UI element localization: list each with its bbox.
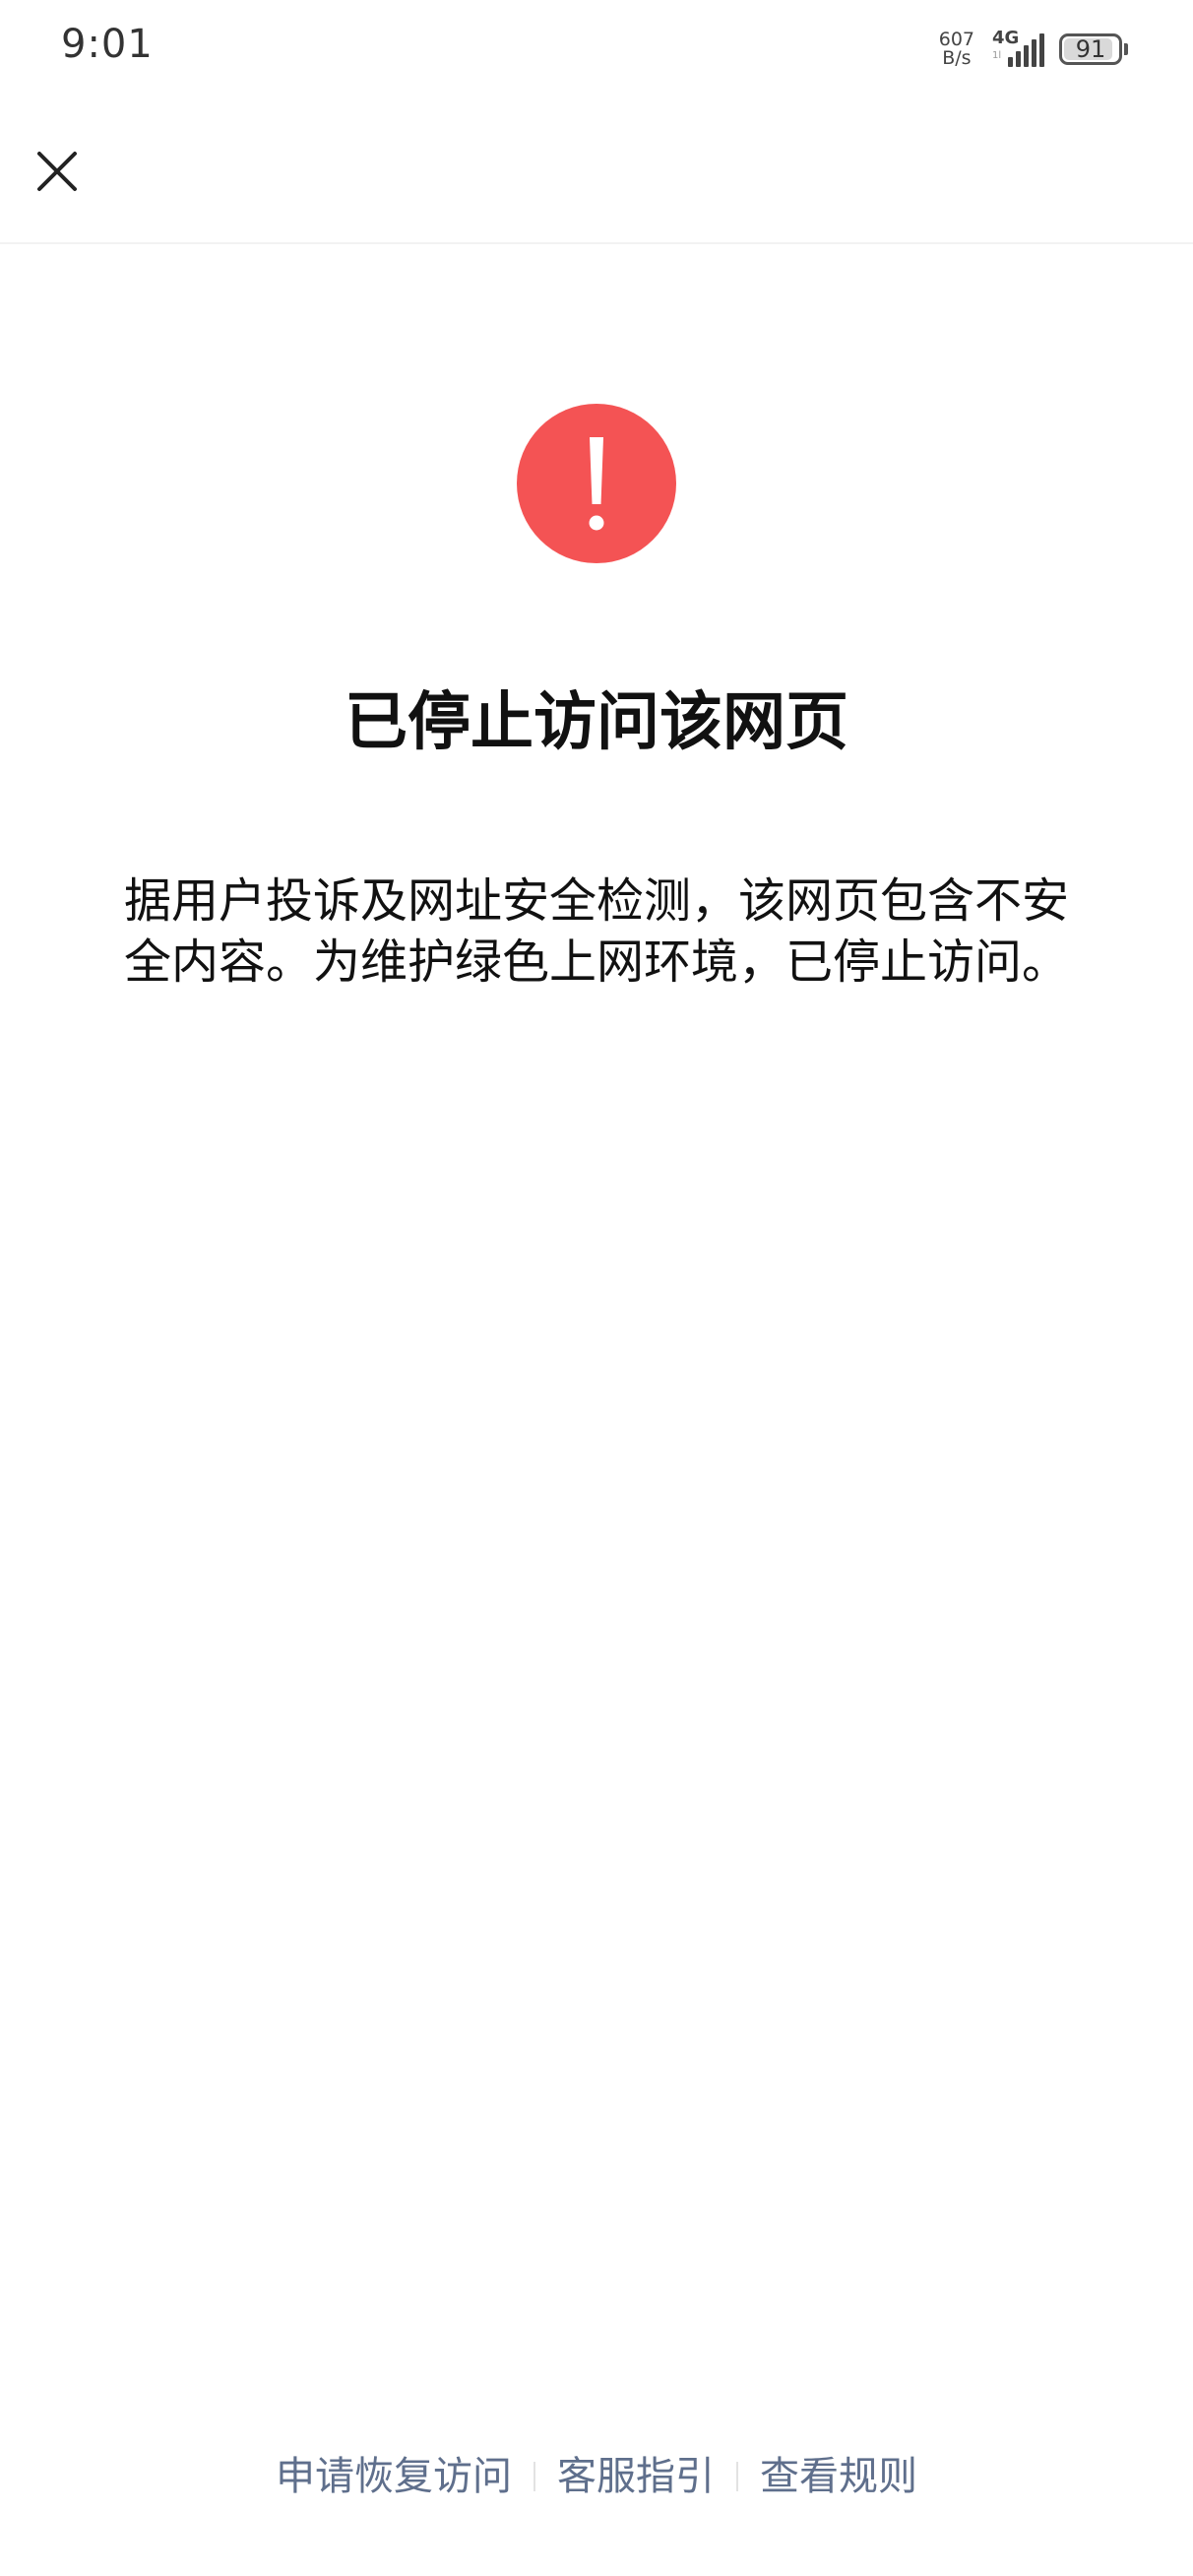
status-indicators: 607 B/s 4G 1l 91	[939, 28, 1128, 71]
network-speed: 607 B/s	[939, 31, 974, 68]
footer-links: 申请恢复访问 客服指引 查看规则	[0, 2442, 1193, 2511]
network-speed-unit: B/s	[942, 47, 972, 69]
block-description: 据用户投诉及网址安全检测，该网页包含不安全内容。为维护绿色上网环境，已停止访问。	[123, 873, 1069, 990]
network-sub-label: 1l	[992, 50, 1002, 61]
battery-icon: 91	[1059, 33, 1122, 65]
view-rules-link[interactable]: 查看规则	[738, 2442, 939, 2511]
appeal-link[interactable]: 申请恢复访问	[254, 2442, 534, 2511]
status-bar: 9:01 607 B/s 4G 1l 91	[0, 0, 1193, 98]
battery-tip	[1124, 43, 1128, 55]
exclamation-circle-icon	[517, 404, 676, 563]
battery-level: 91	[1075, 35, 1106, 63]
page-title: 已停止访问该网页	[345, 686, 848, 759]
close-button[interactable]	[26, 140, 89, 203]
signal-icon: 4G 1l	[988, 30, 1049, 69]
nav-bar	[0, 98, 1193, 244]
close-icon	[37, 152, 77, 191]
status-time: 9:01	[61, 22, 154, 67]
signal-bars	[1008, 33, 1044, 67]
customer-service-link[interactable]: 客服指引	[535, 2442, 736, 2511]
